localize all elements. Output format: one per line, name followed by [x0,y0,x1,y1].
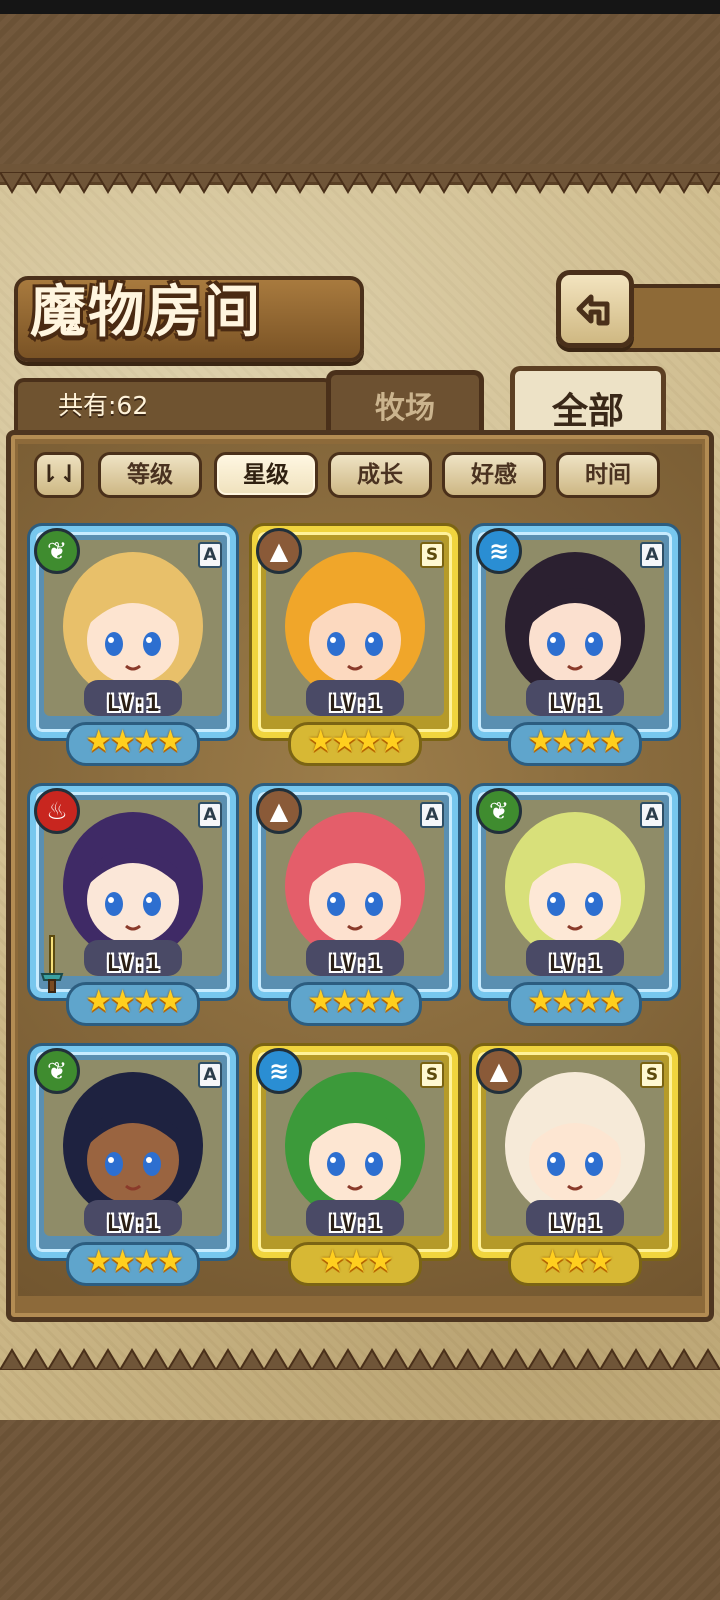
star-rating: ★★★★ [508,982,642,1026]
monster-level: LV:1 [548,1212,602,1237]
bottom-zigzag-border [0,1348,720,1370]
sort-time-button[interactable]: 时间 [556,452,660,498]
earth-icon: ▲ [256,788,302,834]
star-rating: ★★★ [508,1242,642,1286]
monster-card[interactable]: ▲ S LV:1 ★★★ [472,1046,678,1290]
rank-badge: A [640,542,664,568]
rank-badge: A [420,802,444,828]
sword-icon [40,935,64,993]
return-icon [576,294,610,326]
grass-icon: ❦ [34,528,80,574]
water-icon: ≋ [476,528,522,574]
star-rating: ★★★★ [288,982,422,1026]
star-rating: ★★★ [288,1242,422,1286]
status-bar [0,0,720,14]
page-title: 魔物房间 [30,279,262,345]
sort-affection-button[interactable]: 好感 [442,452,546,498]
grass-icon: ❦ [476,788,522,834]
monster-card[interactable]: ❦ A LV:1 ★★★★ [30,1046,236,1290]
rank-badge: A [198,1062,222,1088]
monster-level: LV:1 [328,1212,382,1237]
sort-star-button[interactable]: 星级 [214,452,318,498]
earth-icon: ▲ [256,528,302,574]
rank-badge: A [198,542,222,568]
bottom-background [0,1420,720,1600]
monster-level: LV:1 [328,692,382,717]
monster-level: LV:1 [548,692,602,717]
grass-icon: ❦ [34,1048,80,1094]
star-rating: ★★★★ [66,722,200,766]
sort-level-button[interactable]: 等级 [98,452,202,498]
monster-card[interactable]: ▲ S LV:1 ★★★★ [252,526,458,770]
star-rating: ★★★★ [288,722,422,766]
rank-badge: A [640,802,664,828]
monster-card[interactable]: ▲ A LV:1 ★★★★ [252,786,458,1030]
rank-badge: A [198,802,222,828]
monster-card[interactable]: ≋ A LV:1 ★★★★ [472,526,678,770]
top-zigzag-border [0,172,720,194]
rank-badge: S [420,1062,444,1088]
monster-card[interactable]: ≋ S LV:1 ★★★ [252,1046,458,1290]
monster-grid: ❦ A LV:1 ★★★★ ▲ S LV:1 ★★★★ ≋ A LV:1 ★★★★ ♨ A LV:1 ★★★★… [30,526,696,1296]
monster-level: LV:1 [106,692,160,717]
star-rating: ★★★★ [508,722,642,766]
fire-icon: ♨ [34,788,80,834]
monster-card[interactable]: ❦ A LV:1 ★★★★ [472,786,678,1030]
monster-count: 共有:62 [58,391,149,420]
star-rating: ★★★★ [66,982,200,1026]
star-rating: ★★★★ [66,1242,200,1286]
earth-icon: ▲ [476,1048,522,1094]
sort-order-toggle-icon[interactable]: ⇂⇃ [34,452,84,498]
sort-growth-button[interactable]: 成长 [328,452,432,498]
water-icon: ≋ [256,1048,302,1094]
monster-card[interactable]: ❦ A LV:1 ★★★★ [30,526,236,770]
monster-level: LV:1 [328,952,382,977]
top-background [0,14,720,164]
back-button[interactable] [556,270,634,348]
monster-level: LV:1 [106,1212,160,1237]
rank-badge: S [640,1062,664,1088]
tab-ranch[interactable]: 牧场 [326,370,484,434]
monster-level: LV:1 [548,952,602,977]
rank-badge: S [420,542,444,568]
